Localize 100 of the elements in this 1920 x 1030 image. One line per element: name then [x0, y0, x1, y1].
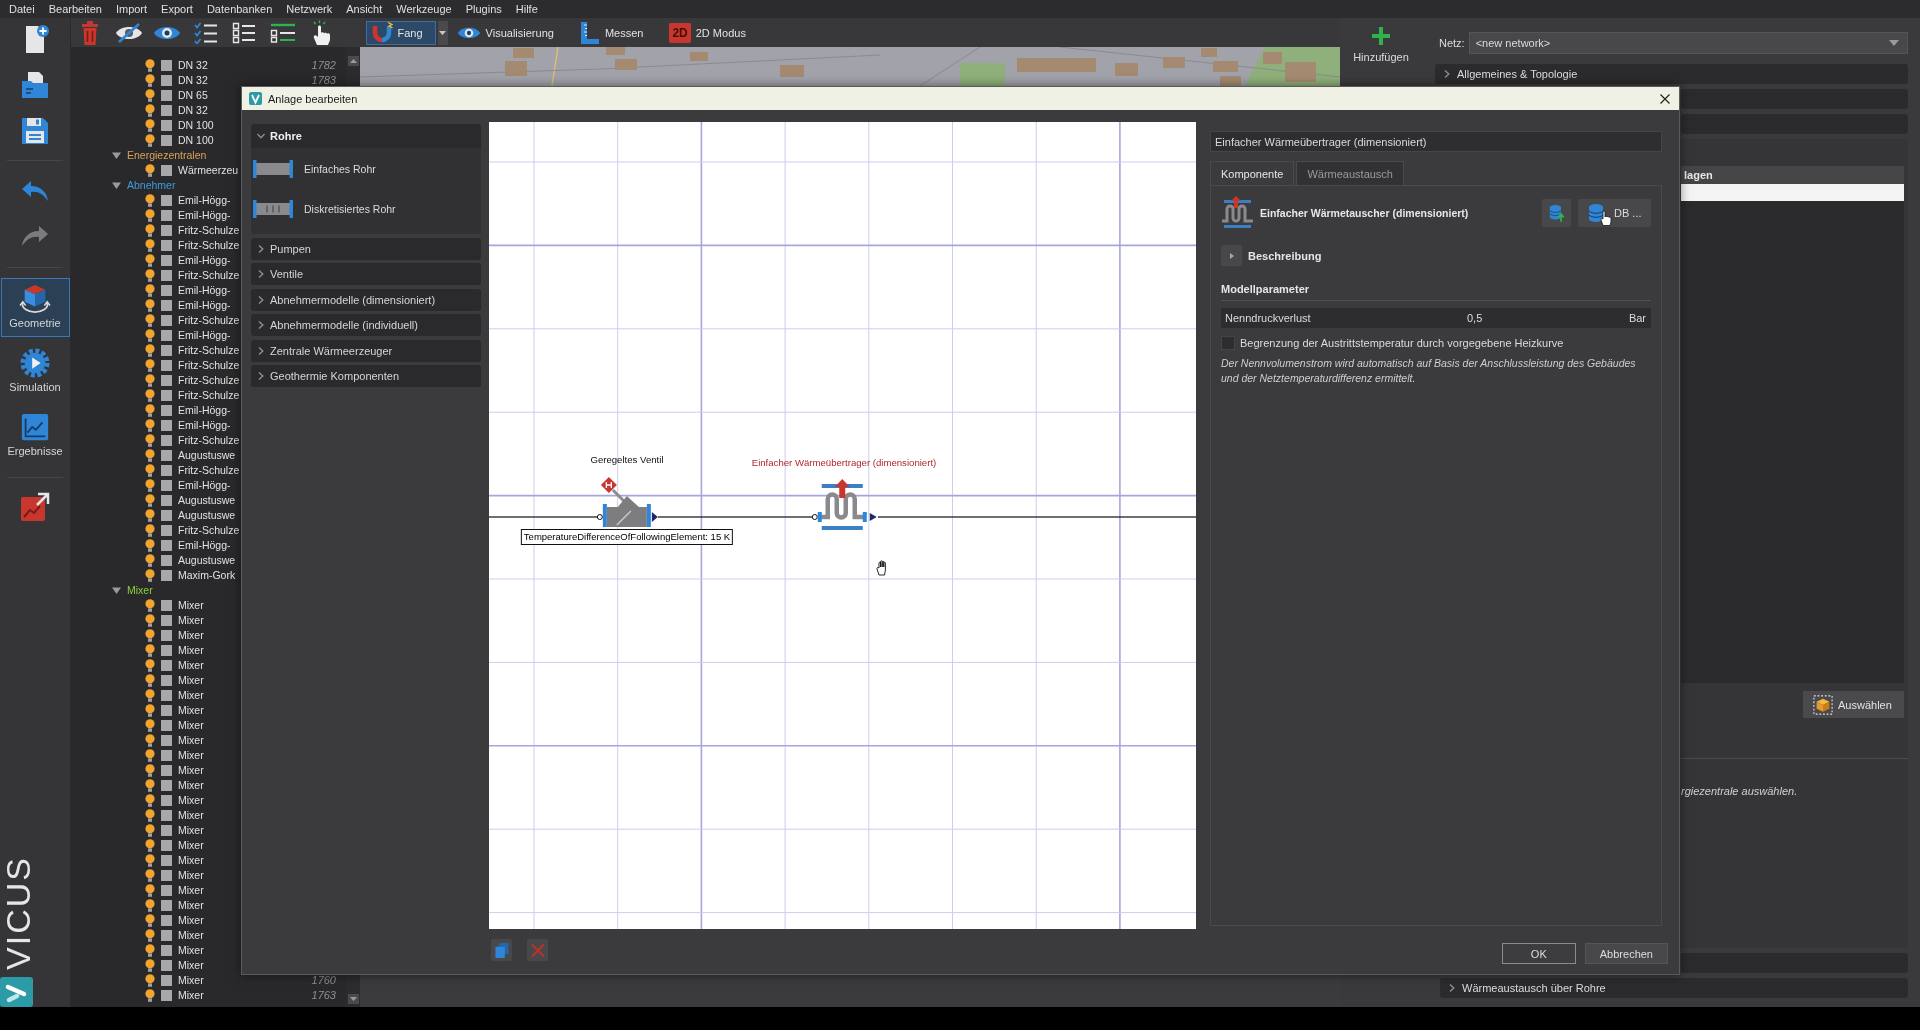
tree-item[interactable]: Mixer	[178, 674, 204, 686]
save-icon[interactable]	[20, 116, 50, 146]
results-tab[interactable]: Ergebnisse	[0, 406, 70, 465]
menu-item[interactable]: Hilfe	[508, 0, 545, 18]
tree-item[interactable]: Emil-Högg-	[178, 209, 231, 221]
light-bulb-icon[interactable]	[145, 673, 155, 687]
database-button[interactable]: DB ...	[1578, 198, 1651, 227]
light-bulb-icon[interactable]	[145, 223, 155, 237]
light-bulb-icon[interactable]	[145, 868, 155, 882]
tab[interactable]: Komponente	[1210, 161, 1295, 185]
chevron-icon[interactable]	[257, 295, 265, 304]
light-bulb-icon[interactable]	[145, 463, 155, 477]
tree-item[interactable]: Mixer	[178, 704, 204, 716]
tree-item[interactable]: Fritz-Schulze	[178, 239, 240, 251]
menu-item[interactable]: Import	[108, 0, 155, 18]
light-bulb-icon[interactable]	[145, 808, 155, 822]
light-bulb-icon[interactable]	[145, 958, 155, 972]
light-bulb-icon[interactable]	[145, 238, 155, 252]
folder-icon[interactable]	[20, 70, 50, 100]
menu-item[interactable]: Datei	[2, 0, 42, 18]
tree-group-label[interactable]: Energiezentralen	[127, 149, 207, 161]
light-bulb-icon[interactable]	[145, 703, 155, 717]
menu-item[interactable]: Netzwerk	[279, 0, 340, 18]
light-bulb-icon[interactable]	[145, 418, 155, 432]
valve-symbol[interactable]	[595, 476, 659, 528]
list-icon[interactable]	[232, 21, 256, 44]
tree-item[interactable]: Emil-Högg-	[178, 539, 231, 551]
light-bulb-icon[interactable]	[145, 73, 155, 87]
light-bulb-icon[interactable]	[145, 553, 155, 567]
light-bulb-icon[interactable]	[145, 433, 155, 447]
light-bulb-icon[interactable]	[145, 88, 155, 102]
light-bulb-icon[interactable]	[145, 733, 155, 747]
menu-item[interactable]: Plugins	[458, 0, 509, 18]
simulation-tab[interactable]: Simulation	[0, 342, 70, 401]
tree-item[interactable]: Emil-Högg-	[178, 194, 231, 206]
chevron-icon[interactable]	[257, 244, 265, 253]
tree-item[interactable]: Fritz-Schulze	[178, 224, 240, 236]
dropdown-button[interactable]	[437, 20, 448, 45]
network-dropdown[interactable]: <new network>	[1468, 32, 1908, 54]
light-bulb-icon[interactable]	[145, 448, 155, 462]
light-bulb-icon[interactable]	[145, 973, 155, 987]
tree-item[interactable]: DN 65	[178, 89, 208, 101]
light-bulb-icon[interactable]	[145, 718, 155, 732]
node-label[interactable]: Einfacher Wärmeübertrager (dimensioniert)	[751, 457, 937, 469]
section-header[interactable]: Ventile	[251, 263, 481, 285]
light-bulb-icon[interactable]	[145, 58, 155, 72]
section-header[interactable]: Allgemeines & Topologie	[1435, 64, 1908, 84]
light-bulb-icon[interactable]	[145, 133, 155, 147]
light-bulb-icon[interactable]	[145, 118, 155, 132]
light-bulb-icon[interactable]	[145, 898, 155, 912]
light-bulb-icon[interactable]	[145, 928, 155, 942]
section-header[interactable]: Zentrale Wärmeerzeuger	[251, 339, 481, 362]
tree-item[interactable]: Emil-Högg-	[178, 329, 231, 341]
tree-item[interactable]: Mixer	[178, 764, 204, 776]
expand-triangle-icon[interactable]	[112, 585, 121, 595]
palette-item[interactable]: Diskretisiertes Rohr	[253, 189, 481, 229]
light-bulb-icon[interactable]	[145, 373, 155, 387]
chart-export-icon[interactable]	[20, 492, 50, 522]
tree-item[interactable]: DN 32	[178, 104, 208, 116]
tree-item[interactable]: Mixer	[178, 644, 204, 656]
tree-item[interactable]: Augustuswe	[178, 509, 236, 521]
tab[interactable]: Wärmeaustausch	[1296, 161, 1404, 185]
tree-item[interactable]: Fritz-Schulze	[178, 464, 240, 476]
ok-button[interactable]: OK	[1501, 943, 1576, 964]
light-bulb-icon[interactable]	[145, 658, 155, 672]
tree-item[interactable]: Fritz-Schulze	[178, 524, 240, 536]
checklist-icon[interactable]	[193, 21, 218, 44]
tree-item[interactable]: Fritz-Schulze	[178, 344, 240, 356]
value-field[interactable]: 0,5	[1463, 308, 1624, 328]
undo-icon[interactable]	[21, 180, 49, 202]
tree-item[interactable]: Emil-Högg-	[178, 479, 231, 491]
light-bulb-icon[interactable]	[145, 643, 155, 657]
chevron-icon[interactable]	[257, 132, 265, 140]
chevron-icon[interactable]	[257, 346, 265, 355]
tree-item[interactable]: DN 32	[178, 59, 208, 71]
light-bulb-icon[interactable]	[145, 568, 155, 582]
chevron-icon[interactable]	[257, 270, 265, 278]
light-bulb-icon[interactable]	[145, 823, 155, 837]
tree-item[interactable]: Mixer	[178, 884, 204, 896]
select-button[interactable]: Auswählen	[1803, 691, 1904, 718]
tree-item[interactable]: Augustuswe	[178, 494, 236, 506]
section-header[interactable]: Abnehmermodelle (dimensioniert)	[251, 288, 481, 311]
section-header[interactable]: Wärmeaustausch über Rohre	[1440, 978, 1908, 998]
light-bulb-icon[interactable]	[145, 628, 155, 642]
tree-item[interactable]: Mixer	[178, 899, 204, 911]
tree-item[interactable]: Mixer	[178, 749, 204, 761]
light-bulb-icon[interactable]	[145, 358, 155, 372]
tree-item[interactable]: Mixer	[178, 839, 204, 851]
copy-button[interactable]	[491, 939, 512, 961]
light-bulb-icon[interactable]	[145, 493, 155, 507]
node-label[interactable]: Geregeltes Ventil	[590, 454, 664, 466]
tree-item[interactable]: Mixer	[178, 794, 204, 806]
tree-item[interactable]: Wärmeerzeu	[178, 164, 239, 176]
tree-item[interactable]: Mixer	[178, 809, 204, 821]
tree-item[interactable]: Mixer	[178, 659, 204, 671]
tree-item[interactable]: Augustuswe	[178, 554, 236, 566]
menu-item[interactable]: Werkzeuge	[389, 0, 459, 18]
tree-item[interactable]: Mixer	[178, 824, 204, 836]
tree-item[interactable]: Fritz-Schulze	[178, 374, 240, 386]
tree-item[interactable]: DN 32	[178, 74, 208, 86]
